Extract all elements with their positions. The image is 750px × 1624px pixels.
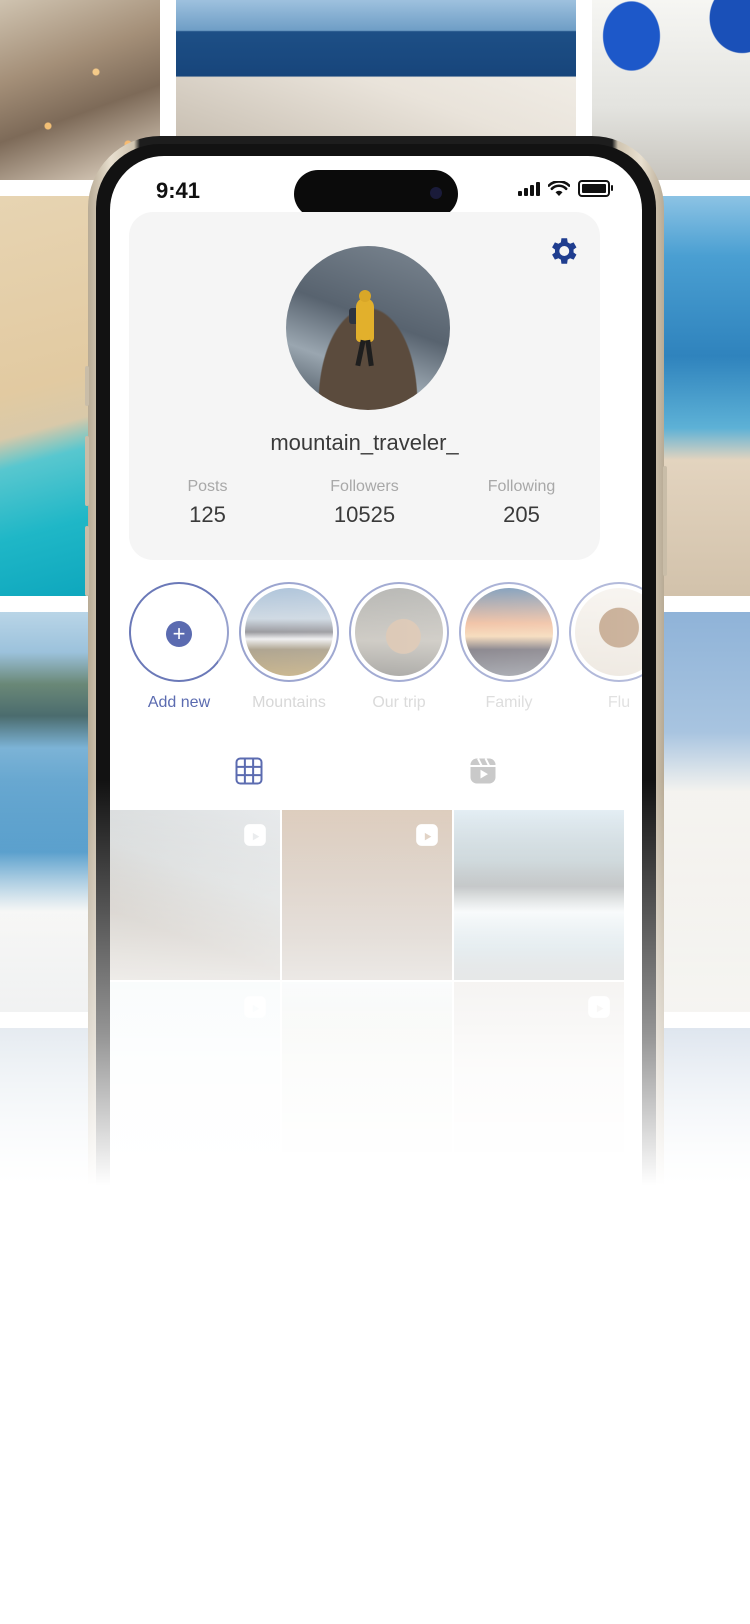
battery-icon	[578, 180, 613, 197]
stat-label: Following	[487, 478, 556, 495]
highlight-family[interactable]: Family	[459, 582, 559, 712]
highlight-ring: +	[129, 582, 229, 682]
gear-icon[interactable]	[546, 234, 580, 268]
highlight-mountains[interactable]: Mountains	[239, 582, 339, 712]
stat-followers[interactable]: Followers 10525	[295, 478, 435, 528]
dynamic-island	[294, 170, 458, 218]
bottom-fade	[0, 780, 750, 1624]
stat-following[interactable]: Following 205	[452, 478, 592, 528]
cellular-signal-icon	[518, 181, 540, 196]
highlight-our-trip[interactable]: Our trip	[349, 582, 449, 712]
highlight-ring	[349, 582, 449, 682]
highlight-label: Mountains	[252, 694, 326, 711]
power-button	[663, 466, 667, 576]
highlight-ring	[239, 582, 339, 682]
highlight-fluffy[interactable]: Flu	[569, 582, 642, 712]
status-time: 9:41	[156, 178, 201, 203]
highlight-image	[355, 588, 443, 676]
highlight-add-new[interactable]: + Add new	[129, 582, 229, 712]
avatar[interactable]	[286, 246, 450, 410]
background-photo	[176, 0, 576, 138]
profile-stats: Posts 125 Followers 10525 Following 205	[129, 478, 600, 528]
highlight-image	[465, 588, 553, 676]
highlight-ring	[569, 582, 642, 682]
highlight-label: Add new	[147, 694, 211, 711]
stat-label: Followers	[330, 478, 399, 495]
plus-icon: +	[166, 621, 192, 647]
stat-value: 125	[189, 502, 226, 527]
highlight-ring	[459, 582, 559, 682]
highlight-image	[575, 588, 642, 676]
profile-card: mountain_traveler_ Posts 125 Followers 1…	[129, 212, 600, 560]
highlight-image	[245, 588, 333, 676]
highlight-label: Our trip	[372, 694, 426, 711]
wifi-icon	[548, 180, 570, 196]
volume-down-button	[85, 526, 89, 596]
stat-value: 10525	[333, 502, 396, 527]
stat-label: Posts	[187, 478, 228, 495]
highlight-label: Family	[485, 694, 533, 711]
stat-posts[interactable]: Posts 125	[138, 478, 278, 528]
front-camera	[430, 187, 442, 199]
profile-username: mountain_traveler_	[270, 430, 459, 455]
story-highlights: + Add new Mountains Our trip Family Flu	[129, 582, 642, 722]
highlight-label: Flu	[607, 694, 631, 711]
status-icons	[518, 180, 613, 197]
stat-value: 205	[503, 502, 540, 527]
side-button	[85, 366, 89, 406]
volume-up-button	[85, 436, 89, 506]
